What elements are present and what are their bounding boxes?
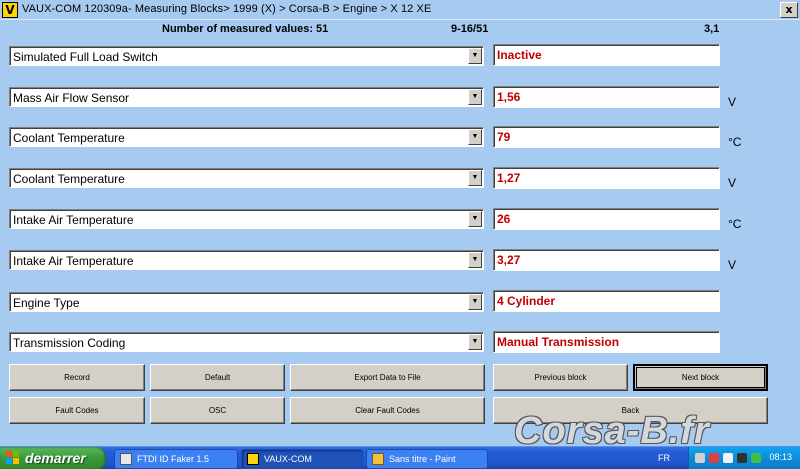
measurement-value-3: 79	[493, 126, 720, 148]
measurement-select-7[interactable]: Engine Type ▼	[9, 292, 484, 312]
measurement-value-text: 3,27	[497, 253, 521, 267]
taskbar-item-label: Sans titre - Paint	[389, 454, 456, 464]
export-data-button[interactable]: Export Data to File	[290, 364, 485, 391]
dropdown-arrow-icon[interactable]: ▼	[468, 170, 482, 186]
vauxcom-logo-icon: V	[2, 2, 18, 18]
measurement-select-4[interactable]: Coolant Temperature ▼	[9, 168, 484, 188]
dropdown-arrow-icon[interactable]: ▼	[468, 211, 482, 227]
title-bar: V VAUX-COM 120309a- Measuring Blocks> 19…	[0, 0, 800, 20]
volume-icon[interactable]	[737, 453, 747, 463]
ftdi-app-icon	[120, 453, 132, 465]
measurement-unit: °C	[728, 135, 742, 149]
value-range: 9-16/51	[451, 23, 489, 35]
measurement-label: Intake Air Temperature	[13, 213, 134, 227]
app-tray-icon[interactable]	[751, 453, 761, 463]
paint-app-icon	[372, 453, 384, 465]
dropdown-arrow-icon[interactable]: ▼	[468, 294, 482, 310]
next-block-button[interactable]: Next block	[633, 364, 768, 391]
taskbar-item-vauxcom[interactable]: VAUX-COM	[241, 449, 363, 469]
security-icon[interactable]	[709, 453, 719, 463]
measurement-select-5[interactable]: Intake Air Temperature ▼	[9, 209, 484, 229]
measurement-value-4: 1,27	[493, 167, 720, 189]
clear-fault-codes-button[interactable]: Clear Fault Codes	[290, 397, 485, 424]
measurement-value-5: 26	[493, 208, 720, 230]
taskbar-item-ftdi[interactable]: FTDI ID Faker 1.5	[114, 449, 238, 469]
measurement-value-1: Inactive	[493, 44, 720, 66]
measurement-label: Mass Air Flow Sensor	[13, 91, 130, 105]
dropdown-arrow-icon[interactable]: ▼	[468, 334, 482, 350]
windows-logo-icon	[6, 451, 20, 465]
measurement-value-text: 1,27	[497, 171, 521, 185]
taskbar-item-label: FTDI ID Faker 1.5	[137, 454, 210, 464]
vauxcom-app-icon	[247, 453, 259, 465]
clock[interactable]: 08:13	[769, 452, 792, 462]
measurement-value-text: 26	[497, 212, 511, 226]
measurement-value-text: Manual Transmission	[497, 335, 620, 349]
display-icon[interactable]	[723, 453, 733, 463]
measurement-label: Intake Air Temperature	[13, 254, 134, 268]
measurement-label: Transmission Coding	[13, 336, 126, 350]
measurement-value-7: 4 Cylinder	[493, 290, 720, 312]
window-title: VAUX-COM 120309a- Measuring Blocks> 1999…	[22, 3, 432, 15]
site-watermark: Corsa-B.fr	[514, 410, 710, 452]
measurement-select-3[interactable]: Coolant Temperature ▼	[9, 127, 484, 147]
default-button[interactable]: Default	[150, 364, 285, 391]
measurement-label: Coolant Temperature	[13, 131, 125, 145]
measurement-unit: V	[728, 95, 737, 109]
close-button[interactable]: x	[780, 2, 798, 18]
measurement-value-text: 79	[497, 130, 511, 144]
taskbar-item-label: VAUX-COM	[264, 454, 312, 464]
taskbar-item-paint[interactable]: Sans titre - Paint	[366, 449, 488, 469]
osc-button[interactable]: OSC	[150, 397, 285, 424]
network-icon[interactable]	[695, 453, 705, 463]
measurement-select-1[interactable]: Simulated Full Load Switch ▼	[9, 46, 484, 66]
measurement-value-text: 1,56	[497, 90, 521, 104]
measurement-value-8: Manual Transmission	[493, 331, 720, 353]
measurement-select-6[interactable]: Intake Air Temperature ▼	[9, 250, 484, 270]
start-button[interactable]: demarrer	[0, 447, 106, 469]
measurement-label: Simulated Full Load Switch	[13, 50, 158, 64]
measurement-value-text: Inactive	[497, 48, 542, 62]
fault-codes-button[interactable]: Fault Codes	[9, 397, 145, 424]
dropdown-arrow-icon[interactable]: ▼	[468, 48, 482, 64]
measurement-label: Engine Type	[13, 296, 80, 310]
start-label: demarrer	[25, 450, 86, 466]
measurement-unit: V	[728, 258, 737, 272]
measurement-value-2: 1,56	[493, 86, 720, 108]
measurement-select-2[interactable]: Mass Air Flow Sensor ▼	[9, 87, 484, 107]
measured-values-count: Number of measured values: 51	[162, 23, 329, 35]
dropdown-arrow-icon[interactable]: ▼	[468, 252, 482, 268]
previous-block-button[interactable]: Previous block	[493, 364, 628, 391]
measurement-value-6: 3,27	[493, 249, 720, 271]
measurement-value-text: 4 Cylinder	[497, 294, 556, 308]
measurement-select-8[interactable]: Transmission Coding ▼	[9, 332, 484, 352]
measurement-label: Coolant Temperature	[13, 172, 125, 186]
dropdown-arrow-icon[interactable]: ▼	[468, 89, 482, 105]
measurement-unit: °C	[728, 217, 742, 231]
dropdown-arrow-icon[interactable]: ▼	[468, 129, 482, 145]
record-button[interactable]: Record	[9, 364, 145, 391]
measurement-unit: V	[728, 176, 737, 190]
block-number: 3,1	[704, 23, 720, 35]
language-indicator[interactable]: FR	[658, 453, 670, 463]
